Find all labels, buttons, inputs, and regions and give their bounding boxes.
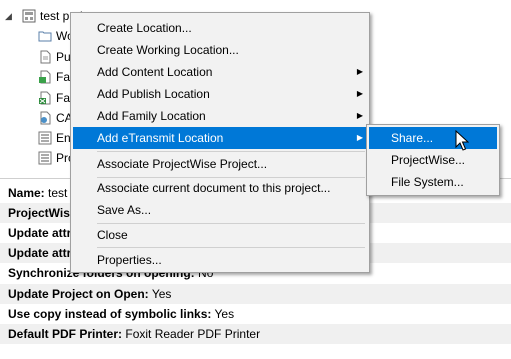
menu-item-label: Create Working Location... bbox=[97, 43, 239, 57]
menu-add-etransmit-location[interactable]: Add eTransmit Location ▶ bbox=[73, 127, 367, 149]
tree-item-pro[interactable]: Pro bbox=[0, 148, 80, 168]
family-icon bbox=[38, 91, 52, 105]
family-icon bbox=[38, 70, 52, 84]
list-icon bbox=[38, 151, 52, 165]
prop-key: Use copy instead of symbolic links: bbox=[8, 307, 212, 321]
submenu-projectwise[interactable]: ProjectWise... bbox=[369, 149, 497, 171]
tree-item-en[interactable]: En bbox=[0, 128, 80, 148]
submenu-arrow-icon: ▶ bbox=[356, 89, 363, 98]
etransmit-submenu: Share... ProjectWise... File System... bbox=[366, 124, 500, 196]
tree-item-label: Fa bbox=[56, 91, 71, 105]
list-icon bbox=[38, 131, 52, 145]
menu-separator bbox=[97, 151, 365, 152]
collapse-arrow-icon[interactable]: ◢ bbox=[5, 11, 12, 21]
prop-key: Update attr bbox=[8, 246, 72, 260]
tree-item-family-2[interactable]: Fa bbox=[0, 88, 80, 108]
submenu-arrow-icon: ▶ bbox=[356, 67, 363, 76]
context-menu: Create Location... Create Working Locati… bbox=[70, 12, 370, 273]
document-icon bbox=[38, 50, 52, 64]
prop-key: Name: bbox=[8, 186, 45, 200]
tree-item-family[interactable]: Fa bbox=[0, 67, 80, 87]
menu-properties[interactable]: Properties... bbox=[73, 249, 367, 271]
cad-icon bbox=[38, 111, 52, 125]
menu-item-label: Add Publish Location bbox=[97, 87, 210, 101]
submenu-arrow-icon: ▶ bbox=[356, 111, 363, 120]
tree-item-label: En bbox=[56, 131, 71, 145]
prop-value: Yes bbox=[151, 287, 172, 301]
menu-item-label: ProjectWise... bbox=[391, 153, 466, 167]
menu-create-location[interactable]: Create Location... bbox=[73, 17, 367, 39]
menu-item-label: Save As... bbox=[97, 203, 152, 217]
menu-item-label: Properties... bbox=[97, 253, 162, 267]
submenu-arrow-icon: ▶ bbox=[356, 133, 363, 142]
prop-key: ProjectWise bbox=[8, 206, 77, 220]
menu-create-working-location[interactable]: Create Working Location... bbox=[73, 39, 367, 61]
prop-key: Update Project on Open: bbox=[8, 287, 149, 301]
submenu-share[interactable]: Share... bbox=[369, 127, 497, 149]
tree-item-label: Fa bbox=[56, 70, 71, 84]
prop-value: Yes bbox=[214, 307, 235, 321]
menu-add-family-location[interactable]: Add Family Location ▶ bbox=[73, 105, 367, 127]
tree-item-publish[interactable]: Pu bbox=[0, 47, 80, 67]
menu-add-content-location[interactable]: Add Content Location ▶ bbox=[73, 61, 367, 83]
menu-item-label: File System... bbox=[391, 175, 464, 189]
tree-item-cad[interactable]: CA bbox=[0, 108, 80, 128]
mouse-pointer-icon bbox=[455, 130, 469, 151]
prop-row: Use copy instead of symbolic links: Yes bbox=[0, 304, 511, 324]
menu-item-label: Associate current document to this proje… bbox=[97, 181, 331, 195]
menu-item-label: Associate ProjectWise Project... bbox=[97, 157, 268, 171]
prop-row: Default PDF Printer: Foxit Reader PDF Pr… bbox=[0, 324, 511, 344]
menu-item-label: Add Content Location bbox=[97, 65, 213, 79]
project-icon bbox=[22, 9, 36, 23]
menu-close[interactable]: Close bbox=[73, 224, 367, 246]
prop-key: Default PDF Printer: bbox=[8, 327, 123, 341]
prop-key: Update attr bbox=[8, 226, 72, 240]
menu-save-as[interactable]: Save As... bbox=[73, 199, 367, 221]
prop-row: Update Project on Open: Yes bbox=[0, 284, 511, 304]
tree-item-working[interactable]: Wo bbox=[0, 26, 80, 46]
folder-icon bbox=[38, 29, 52, 43]
menu-separator bbox=[97, 247, 365, 248]
menu-item-label: Close bbox=[97, 228, 128, 242]
menu-item-label: Add Family Location bbox=[97, 109, 206, 123]
menu-add-publish-location[interactable]: Add Publish Location ▶ bbox=[73, 83, 367, 105]
menu-associate-projectwise[interactable]: Associate ProjectWise Project... bbox=[73, 153, 367, 175]
tree-item-label: Pu bbox=[56, 50, 71, 64]
menu-item-label: Share... bbox=[391, 131, 434, 145]
prop-value: test bbox=[48, 186, 68, 200]
menu-item-label: Add eTransmit Location bbox=[97, 131, 224, 145]
menu-associate-document[interactable]: Associate current document to this proje… bbox=[73, 177, 367, 199]
menu-item-label: Create Location... bbox=[97, 21, 192, 35]
prop-value: Foxit Reader PDF Printer bbox=[125, 327, 261, 341]
submenu-file-system[interactable]: File System... bbox=[369, 171, 497, 193]
